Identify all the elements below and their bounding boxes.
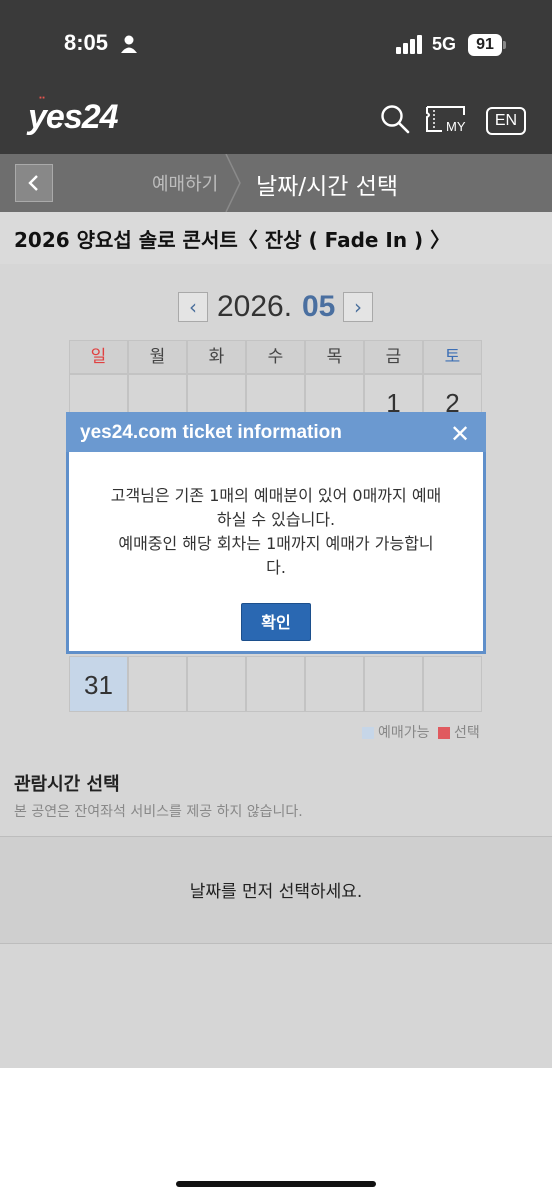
- signal-icon: [396, 35, 422, 54]
- calendar-legend: 예매가능 선택: [362, 722, 480, 742]
- weekday-tue: 화: [187, 340, 246, 374]
- viewing-time-heading: 관람시간 선택: [14, 774, 120, 795]
- calendar-day-available[interactable]: 31: [69, 656, 128, 712]
- modal-message-line: 예매중인 해당 회차는 1매까지 예매가 가능합니: [118, 534, 434, 553]
- next-month-button[interactable]: ›: [343, 292, 373, 322]
- calendar-day-empty: [128, 656, 187, 712]
- calendar-day-empty: [305, 374, 364, 414]
- weekday-sun: 일: [69, 340, 128, 374]
- breadcrumb-separator-icon: [225, 154, 241, 212]
- legend-available-label: 예매가능: [378, 725, 430, 741]
- modal-message-line: 고객님은 기존 1매의 예매분이 있어 0매까지 예매: [110, 486, 442, 505]
- modal-message-line: 하실 수 있습니다.: [216, 510, 336, 529]
- select-date-message: 날짜를 먼저 선택하세요.: [189, 882, 363, 902]
- prev-month-button[interactable]: ‹: [178, 292, 208, 322]
- close-icon[interactable]: ✕: [450, 420, 470, 448]
- weekday-mon: 월: [128, 340, 187, 374]
- weekday-fri: 금: [364, 340, 423, 374]
- legend-selected-label: 선택: [453, 725, 480, 741]
- legend-available-swatch: [362, 727, 374, 739]
- yes24-logo[interactable]: yes24: [28, 98, 119, 137]
- search-icon[interactable]: [380, 104, 410, 134]
- show-title: 2026 양요섭 솔로 콘서트〈 잔상 ( Fade In ) 〉: [14, 228, 451, 252]
- calendar-day-empty: [69, 374, 128, 414]
- calendar-day[interactable]: 1: [364, 374, 423, 418]
- ticket-my-icon[interactable]: MY: [424, 104, 474, 134]
- viewing-time-note: 본 공연은 잔여좌석 서비스를 제공 하지 않습니다.: [14, 804, 303, 820]
- status-time: 8:05: [64, 30, 109, 55]
- breadcrumb-current: 날짜/시간 선택: [256, 174, 399, 200]
- confirm-button[interactable]: 확인: [241, 603, 311, 641]
- modal-message-line: 다.: [266, 558, 286, 577]
- breadcrumb-prev[interactable]: 예매하기: [152, 170, 218, 196]
- language-button[interactable]: EN: [486, 107, 526, 135]
- weekday-thu: 목: [305, 340, 364, 374]
- modal-message: 고객님은 기존 1매의 예매분이 있어 0매까지 예매 하실 수 있습니다. 예…: [76, 484, 476, 580]
- my-label: MY: [446, 119, 466, 134]
- legend-selected-swatch: [437, 727, 450, 739]
- calendar-day-empty: [423, 656, 482, 712]
- person-icon: [121, 35, 137, 53]
- network-label: 5G: [432, 34, 457, 54]
- modal-title: yes24.com ticket information: [80, 422, 342, 443]
- calendar-month: 05: [302, 290, 336, 323]
- calendar-day-empty: [128, 374, 187, 414]
- calendar-year: 2026.: [217, 290, 293, 323]
- calendar-day-empty: [305, 656, 364, 712]
- weekday-wed: 수: [246, 340, 305, 374]
- calendar-day-empty: [187, 656, 246, 712]
- calendar-day-empty: [246, 374, 305, 414]
- chevron-left-icon: [28, 175, 38, 191]
- battery-icon: 91: [468, 34, 502, 56]
- calendar-day-empty: [187, 374, 246, 414]
- calendar-day-empty: [364, 656, 423, 712]
- calendar-day[interactable]: 2: [423, 374, 482, 418]
- calendar-day-empty: [246, 656, 305, 712]
- back-button[interactable]: [15, 164, 53, 202]
- home-indicator: [176, 1181, 376, 1187]
- battery-tip: [503, 41, 506, 49]
- weekday-sat: 토: [423, 340, 482, 374]
